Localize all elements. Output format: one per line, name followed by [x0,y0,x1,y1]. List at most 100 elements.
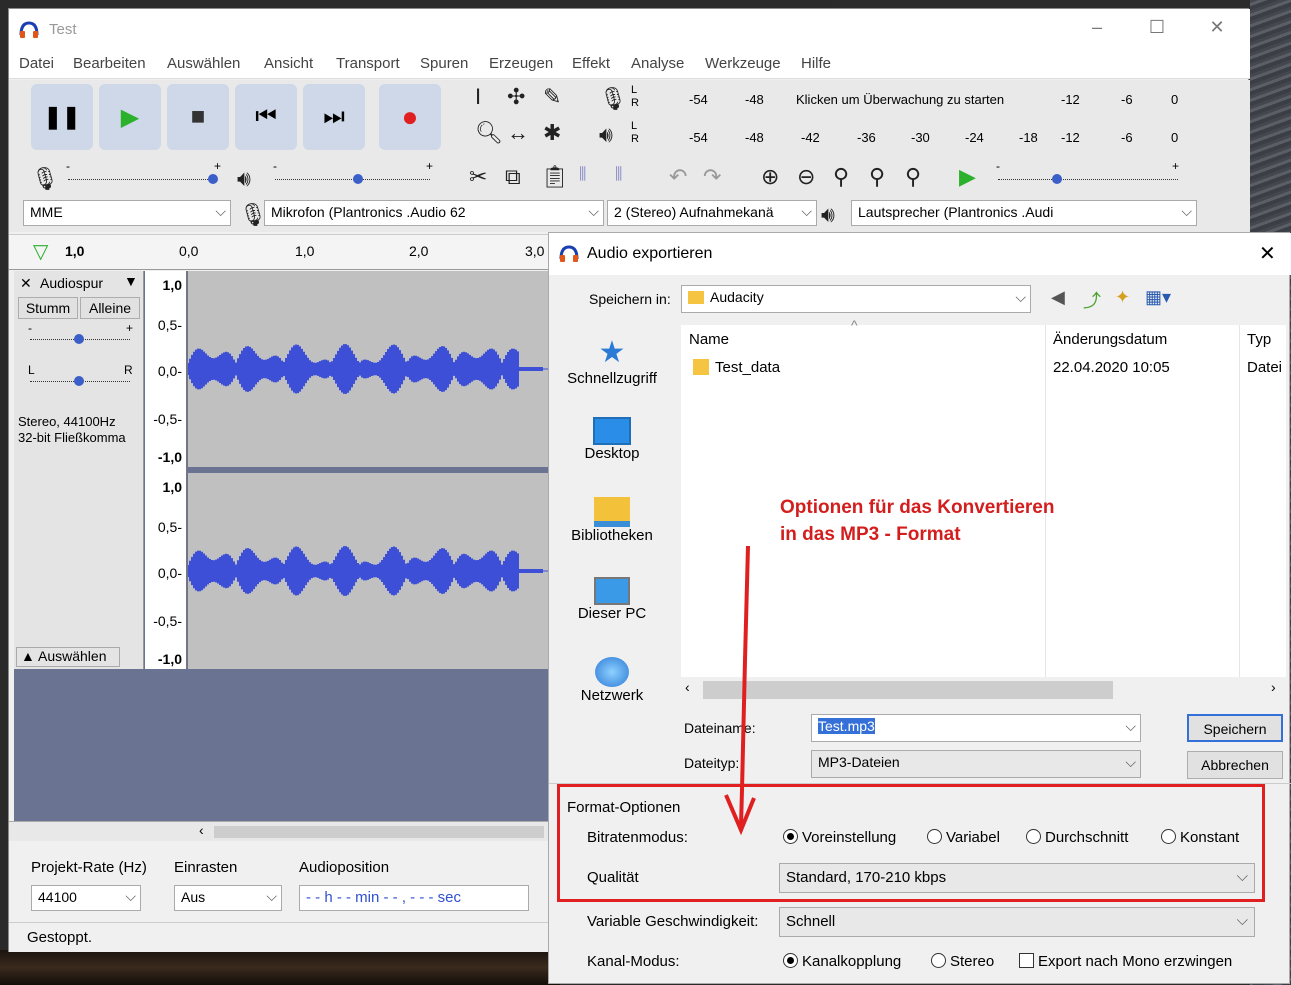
channel-joint-radio[interactable]: Kanalkopplung [783,953,901,970]
place-quick-access[interactable]: ★ Schnellzugriff [557,335,667,387]
track-name-menu[interactable]: Audiospur [40,275,103,291]
track-pan-slider[interactable]: LR [28,363,133,393]
place-libraries[interactable]: Bibliotheken [557,497,667,544]
record-button[interactable]: ● [379,84,441,150]
draw-tool-icon[interactable]: ✎ [543,84,561,110]
scroll-thumb[interactable] [703,681,1113,699]
menu-transport[interactable]: Transport [336,55,400,72]
selection-tool-icon[interactable]: I [475,84,481,110]
dialog-close-icon[interactable]: ✕ [1259,241,1276,266]
input-volume-slider[interactable]: - + [64,159,224,189]
minimize-button[interactable]: – [1079,17,1115,38]
menu-werkzeuge[interactable]: Werkzeuge [705,55,781,72]
playback-meter-speaker-icon[interactable]: 🔊︎ [599,122,613,148]
horizontal-scrollbar[interactable]: ‹ [9,821,550,841]
menu-analyse[interactable]: Analyse [631,55,684,72]
pan-thumb[interactable] [74,376,84,386]
column-name[interactable]: Name [689,331,729,348]
column-type[interactable]: Typ [1247,331,1271,348]
input-channels-select[interactable]: 2 (Stereo) Aufnahmekanä ⌵ [607,200,817,226]
place-network[interactable]: Netzwerk [557,657,667,704]
track-select-button[interactable]: ▲ Auswählen [16,647,120,667]
menu-effekt[interactable]: Effekt [572,55,610,72]
view-menu-icon[interactable]: ▦▾ [1145,287,1171,308]
waveform-channel-right[interactable] [187,473,550,669]
zoom-toggle-icon[interactable]: ⚲ [905,164,921,190]
mute-button[interactable]: Stumm [18,297,78,319]
menu-ansicht[interactable]: Ansicht [264,55,313,72]
input-volume-thumb[interactable] [208,174,218,184]
close-window-button[interactable]: ✕ [1199,17,1235,38]
menu-auswaehlen[interactable]: Auswählen [167,55,240,72]
place-this-pc[interactable]: Dieser PC [557,577,667,622]
back-icon[interactable]: ◀ [1051,287,1065,308]
force-mono-checkbox[interactable]: Export nach Mono erzwingen [1019,953,1232,970]
output-volume-slider[interactable]: - + [271,159,436,189]
scroll-left-arrow-icon[interactable]: ‹ [199,822,204,838]
play-speed-thumb[interactable] [1052,174,1062,184]
column-date[interactable]: Änderungsdatum [1053,331,1167,348]
save-in-select[interactable]: Audacity ⌵ [681,285,1031,313]
timeline-play-triangle-icon[interactable]: ▽ [33,239,48,264]
up-folder-icon[interactable]: ⤴ [1083,287,1101,313]
file-row[interactable]: Test_data 22.04.2020 10:05 Datei [681,355,1286,379]
timeshift-tool-icon[interactable]: ↔ [507,120,529,146]
place-desktop[interactable]: Desktop [557,417,667,462]
channel-stereo-radio[interactable]: Stereo [931,953,994,970]
stop-button[interactable]: ■ [167,84,229,150]
cancel-button[interactable]: Abbrechen [1187,751,1283,779]
file-list-hscrollbar[interactable]: ‹ › [681,677,1286,703]
gain-thumb[interactable] [74,334,84,344]
filetype-select[interactable]: MP3-Dateien ⌵ [811,750,1141,778]
zoom-out-icon[interactable]: ⊖ [797,164,815,190]
timeline-ruler[interactable]: ▽ 1,0 0,0 1,0 2,0 3,0 [9,234,550,270]
waveform-channel-left[interactable] [187,271,550,467]
menu-bearbeiten[interactable]: Bearbeiten [73,55,146,72]
audio-position-field[interactable]: - - h - - min - - , - - - sec [299,885,529,911]
save-button[interactable]: Speichern [1187,714,1283,742]
playback-meter[interactable]: -54 -48 -42 -36 -30 -24 -18 -12 -6 0 [649,126,1184,150]
track-gain-slider[interactable]: - + [28,321,133,351]
menu-datei[interactable]: Datei [19,55,54,72]
paste-icon[interactable]: 📋︎ [541,164,569,190]
multi-tool-icon[interactable]: ✱ [543,120,561,146]
cut-icon[interactable]: ✂ [469,164,487,190]
audio-host-select[interactable]: MME ⌵ [23,200,231,226]
scroll-right-arrow-icon[interactable]: › [1271,679,1276,695]
redo-icon[interactable]: ↷ [703,164,721,190]
envelope-tool-icon[interactable]: ✣ [507,84,525,110]
undo-icon[interactable]: ↶ [669,164,687,190]
silence-audio-icon[interactable]: ⫼ [615,166,622,184]
output-device-select[interactable]: Lautsprecher (Plantronics .Audi ⌵ [851,200,1197,226]
input-device-select[interactable]: Mikrofon (Plantronics .Audio 62 ⌵ [264,200,604,226]
solo-button[interactable]: Alleine [80,297,140,319]
maximize-button[interactable]: ☐ [1139,17,1175,38]
pause-button[interactable]: ❚❚ [31,84,93,150]
new-folder-icon[interactable]: ✦ [1115,287,1130,308]
scroll-thumb[interactable] [214,826,544,838]
menu-erzeugen[interactable]: Erzeugen [489,55,553,72]
track-menu-caret-icon[interactable]: ▼ [124,273,138,289]
record-meter-microphone-icon[interactable]: 🎙︎ [599,86,627,112]
zoom-in-icon[interactable]: ⊕ [761,164,779,190]
zoom-tool-icon[interactable]: 🔍︎ [475,120,503,146]
fit-selection-icon[interactable]: ⚲ [833,164,849,190]
play-button[interactable]: ▶ [99,84,161,150]
close-track-icon[interactable]: ✕ [20,275,32,292]
skip-start-button[interactable]: ⏮ [235,84,297,150]
play-at-speed-icon[interactable]: ▶ [959,164,976,190]
trim-audio-icon[interactable]: ⫼ [579,166,586,184]
filename-input[interactable]: Test.mp3 ⌵ [811,714,1141,742]
output-volume-thumb[interactable] [353,174,363,184]
copy-icon[interactable]: ⧉ [505,164,521,190]
record-meter[interactable]: -54 -48 Klicken um Überwachung zu starte… [649,88,1184,112]
scroll-left-arrow-icon[interactable]: ‹ [685,679,690,695]
skip-end-button[interactable]: ⏭ [303,84,365,150]
play-speed-slider[interactable]: - + [994,159,1184,189]
project-rate-select[interactable]: 44100 ⌵ [31,885,141,911]
variable-speed-select[interactable]: Schnell ⌵ [779,907,1255,937]
snap-select[interactable]: Aus ⌵ [174,885,282,911]
menu-hilfe[interactable]: Hilfe [801,55,831,72]
fit-project-icon[interactable]: ⚲ [869,164,885,190]
menu-spuren[interactable]: Spuren [420,55,468,72]
